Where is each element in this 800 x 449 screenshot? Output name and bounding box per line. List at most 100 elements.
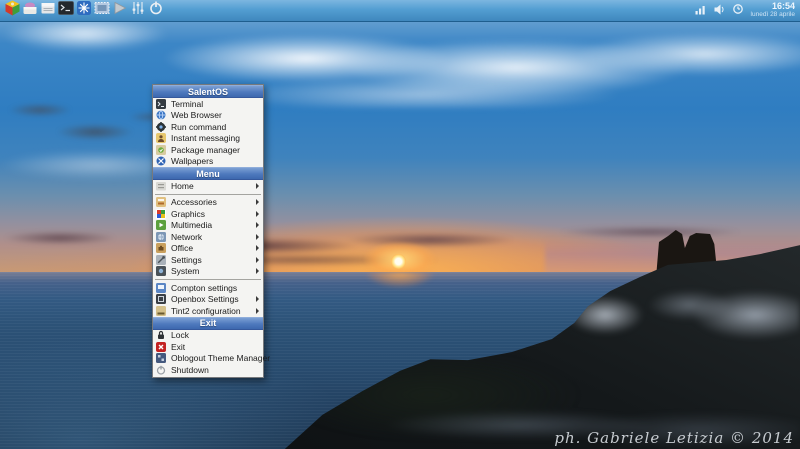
menu-item-oblogout-theme-manager[interactable]: Oblogout Theme Manager [153, 353, 263, 365]
power-icon [148, 0, 164, 21]
menu-item-label: Accessories [171, 197, 217, 207]
graphics-icon [156, 209, 166, 219]
lock-icon [156, 330, 166, 340]
home-icon [156, 181, 166, 191]
menu-item-label: Web Browser [171, 110, 222, 120]
menu-header-exit: Exit [153, 317, 263, 330]
sea [0, 272, 800, 449]
wallpapers-icon [156, 156, 166, 166]
places-icon [22, 0, 38, 21]
network-icon [156, 232, 166, 242]
menu-item-label: Exit [171, 342, 185, 352]
menu-item-exit[interactable]: Exit [153, 341, 263, 353]
sun-glow [352, 234, 448, 276]
submenu-arrow-icon [256, 211, 259, 217]
sunset-glow [0, 190, 800, 272]
submenu-arrow-icon [256, 183, 259, 189]
menu-item-accessories[interactable]: Accessories [153, 197, 263, 209]
menu-item-run-command[interactable]: Run command [153, 121, 263, 133]
menu-item-label: Run command [171, 122, 226, 132]
launcher-mixer-launcher[interactable] [129, 0, 147, 22]
submenu-arrow-icon [256, 257, 259, 263]
clock[interactable]: 16:54 lunedì 28 aprile [751, 2, 795, 19]
menu-item-shutdown[interactable]: Shutdown [153, 364, 263, 376]
sun [391, 254, 406, 269]
menu-item-label: Home [171, 181, 194, 191]
accessories-icon [156, 197, 166, 207]
menu-item-label: System [171, 266, 199, 276]
menu-item-wallpapers[interactable]: Wallpapers [153, 156, 263, 168]
menu-separator [155, 279, 261, 280]
submenu-arrow-icon [256, 245, 259, 251]
multimedia-icon [156, 220, 166, 230]
menu-item-network[interactable]: Network [153, 231, 263, 243]
launcher-media-player-launcher[interactable] [111, 0, 129, 22]
ruined-tower [652, 228, 722, 278]
tray-volume[interactable] [713, 0, 727, 22]
run-command-icon [156, 122, 166, 132]
menu-item-instant-messaging[interactable]: Instant messaging [153, 133, 263, 145]
menu-item-graphics[interactable]: Graphics [153, 208, 263, 220]
menu-item-office[interactable]: Office [153, 243, 263, 255]
menu-item-label: Network [171, 232, 202, 242]
launcher-places-launcher[interactable] [21, 0, 39, 22]
blue-star-icon [76, 0, 92, 21]
settings-icon [156, 255, 166, 265]
menu-item-label: Tint2 configuration [171, 306, 241, 316]
menu-header-menu: Menu [153, 167, 263, 180]
menu-item-label: Graphics [171, 209, 205, 219]
root-menu: SalentOSTerminalWeb BrowserRun commandIn… [152, 84, 264, 378]
menu-item-label: Office [171, 243, 193, 253]
system-icon [156, 266, 166, 276]
menu-item-system[interactable]: System [153, 266, 263, 278]
package-manager-icon [156, 145, 166, 155]
compton-icon [156, 283, 166, 293]
menu-item-multimedia[interactable]: Multimedia [153, 220, 263, 232]
menu-item-terminal[interactable]: Terminal [153, 98, 263, 110]
launcher-salentos-logo[interactable] [3, 0, 21, 22]
launcher-terminal-launcher[interactable] [57, 0, 75, 22]
dark-clouds [0, 92, 800, 154]
horizon-clouds [0, 220, 800, 268]
mixer-icon [130, 0, 146, 21]
top-panel: 16:54 lunedì 28 aprile [0, 0, 800, 22]
menu-item-lock[interactable]: Lock [153, 330, 263, 342]
cliff-texture [0, 0, 800, 449]
menu-item-label: Wallpapers [171, 156, 213, 166]
menu-item-web-browser[interactable]: Web Browser [153, 110, 263, 122]
submenu-arrow-icon [256, 222, 259, 228]
menu-item-tint2-configuration[interactable]: Tint2 configuration [153, 305, 263, 317]
exit-icon [156, 342, 166, 352]
speaker-icon [714, 2, 726, 20]
launcher-file-manager-launcher[interactable] [39, 0, 57, 22]
tint2-icon [156, 306, 166, 316]
launcher-bar [0, 0, 165, 22]
menu-item-settings[interactable]: Settings [153, 254, 263, 266]
launcher-apps-launcher[interactable] [75, 0, 93, 22]
menu-item-label: Multimedia [171, 220, 212, 230]
tray-network-status[interactable] [695, 0, 709, 22]
tray-notifier[interactable] [731, 0, 745, 22]
play-icon [112, 0, 128, 21]
sun-reflection [355, 272, 445, 306]
tray [695, 0, 745, 22]
menu-item-label: Oblogout Theme Manager [171, 353, 270, 363]
submenu-arrow-icon [256, 308, 259, 314]
menu-item-package-manager[interactable]: Package manager [153, 144, 263, 156]
submenu-arrow-icon [256, 296, 259, 302]
menu-item-label: Package manager [171, 145, 240, 155]
menu-item-compton-settings[interactable]: Compton settings [153, 282, 263, 294]
terminal-dark-icon [58, 0, 74, 21]
menu-item-label: Compton settings [171, 283, 237, 293]
menu-item-openbox-settings[interactable]: Openbox Settings [153, 294, 263, 306]
launcher-power-launcher[interactable] [147, 0, 165, 22]
launcher-stamp-launcher[interactable] [93, 0, 111, 22]
photo-credit: ph. Gabriele Letizia © 2014 [554, 429, 794, 447]
horizon-haze [545, 238, 800, 274]
cliff [0, 0, 800, 449]
menu-item-home[interactable]: Home [153, 180, 263, 192]
oblogout-icon [156, 353, 166, 363]
web-browser-icon [156, 110, 166, 120]
submenu-arrow-icon [256, 268, 259, 274]
shutdown-icon [156, 365, 166, 375]
